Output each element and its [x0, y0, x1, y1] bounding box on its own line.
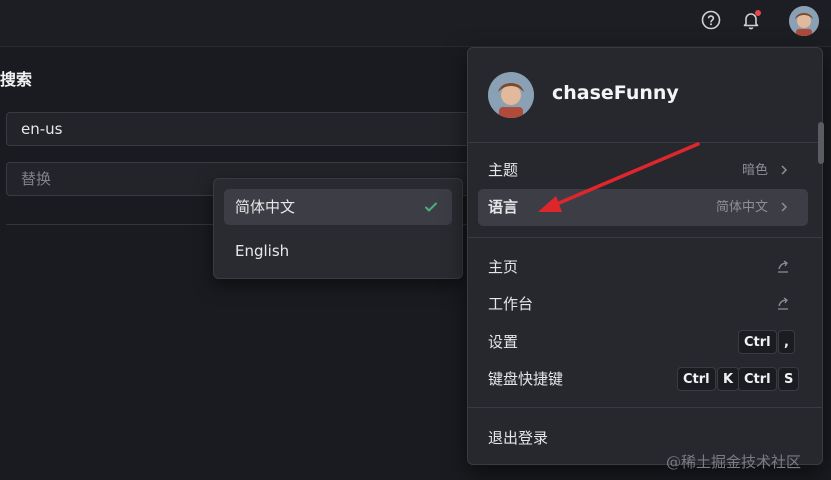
search-title: 搜索	[0, 70, 33, 89]
menu-item-label: 键盘快捷键	[488, 370, 564, 388]
chevron-right-icon	[781, 165, 788, 175]
language-option-label: 简体中文	[235, 198, 296, 216]
kbd-key: Ctrl	[677, 367, 716, 391]
help-icon[interactable]	[700, 9, 722, 31]
menu-item-label: 主页	[488, 258, 519, 276]
watermark: @稀土掘金技术社区	[666, 453, 802, 471]
divider	[468, 142, 822, 143]
kbd-key: Ctrl	[738, 330, 777, 354]
language-popover: 简体中文 English	[213, 178, 463, 279]
kbd-key: S	[778, 367, 800, 391]
menu-item-value: 暗色	[741, 163, 768, 178]
menu-item-label: 语言	[488, 198, 519, 216]
external-link-icon	[778, 297, 788, 310]
username: chaseFunny	[552, 82, 679, 104]
divider	[468, 237, 822, 238]
user-menu: chaseFunny 主题 暗色 语言 简体中文 主页 工作台 设置 Ctrl …	[467, 47, 823, 465]
language-input[interactable]: en-us	[6, 112, 486, 146]
avatar[interactable]	[789, 6, 819, 36]
external-link-icon	[778, 260, 788, 273]
kbd-key: Ctrl	[738, 367, 777, 391]
menu-item-keyboard-shortcuts[interactable]: 键盘快捷键 Ctrl K Ctrl S	[478, 361, 808, 398]
menu-item-value: 简体中文	[715, 200, 768, 215]
menu-item-label: 退出登录	[488, 429, 549, 447]
user-avatar	[488, 72, 534, 118]
language-option-zh[interactable]: 简体中文	[224, 189, 452, 225]
chevron-right-icon	[781, 202, 788, 212]
notification-dot	[755, 10, 761, 16]
divider	[468, 407, 822, 408]
menu-item-label: 主题	[488, 161, 519, 179]
menu-item-homepage[interactable]: 主页	[478, 249, 808, 286]
top-bar	[0, 0, 831, 47]
kbd-key: ,	[778, 330, 795, 354]
kbd-key: K	[717, 367, 740, 391]
language-option-label: English	[235, 242, 290, 260]
menu-item-label: 工作台	[488, 295, 534, 313]
menu-item-settings[interactable]: 设置 Ctrl ,	[478, 324, 808, 361]
check-icon	[425, 202, 437, 212]
scrollbar[interactable]	[818, 122, 824, 164]
menu-item-workbench[interactable]: 工作台	[478, 286, 808, 323]
menu-item-label: 设置	[488, 333, 519, 351]
language-option-en[interactable]: English	[224, 233, 452, 269]
menu-item-language[interactable]: 语言 简体中文	[478, 189, 808, 226]
menu-item-theme[interactable]: 主题 暗色	[478, 152, 808, 189]
